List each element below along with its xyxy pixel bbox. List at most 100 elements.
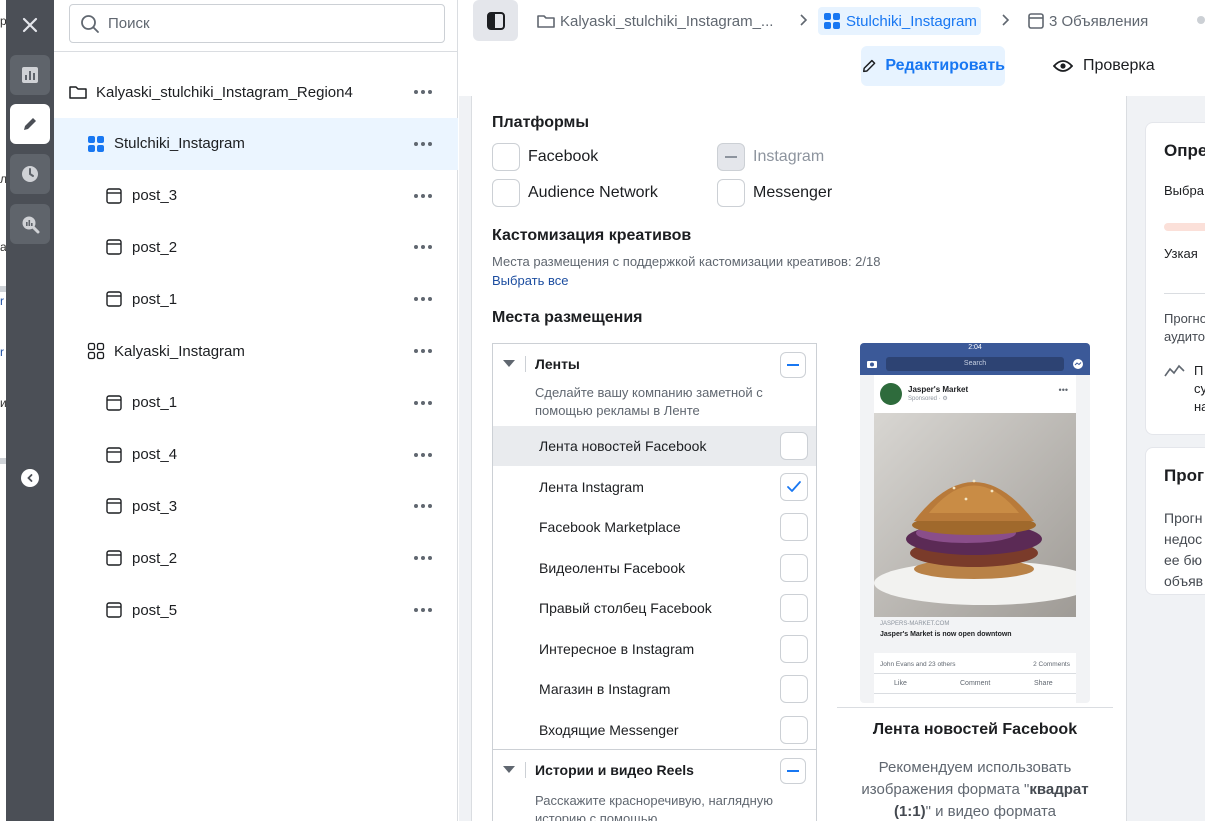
more-icon: [414, 504, 432, 509]
placement-item[interactable]: Лента Instagram: [493, 467, 816, 507]
close-button[interactable]: [10, 5, 50, 45]
estimate-card: Прог Прогн недос ее бю объяв: [1145, 447, 1205, 595]
platform-messenger[interactable]: Messenger: [717, 179, 832, 207]
panel-toggle-button[interactable]: [473, 0, 518, 41]
review-button[interactable]: Проверка: [1053, 46, 1155, 86]
placement-label: Лента новостей Facebook: [539, 438, 707, 454]
sidebar-toggle-icon: [486, 11, 505, 30]
chevron-right-icon: [800, 14, 808, 26]
audience-network-checkbox[interactable]: [492, 179, 520, 207]
more-icon: [414, 193, 432, 198]
placement-checkbox[interactable]: [780, 675, 808, 703]
adset-grid-icon: [824, 13, 840, 29]
breadcrumb-campaign[interactable]: Kalyaski_stulchiki_Instagram_...: [536, 7, 773, 35]
minus-icon: [787, 770, 799, 772]
breadcrumb-adset[interactable]: Stulchiki_Instagram: [818, 7, 981, 35]
more-options-button[interactable]: [412, 288, 434, 310]
tree-row-label: post_4: [132, 446, 178, 464]
search-input[interactable]: [108, 15, 428, 32]
breadcrumb-ads[interactable]: 3 Объявления: [1027, 7, 1148, 35]
placement-item[interactable]: Правый столбец Facebook: [493, 588, 816, 628]
placement-checkbox[interactable]: [780, 634, 808, 663]
tree-row-ad[interactable]: post_5: [54, 584, 458, 636]
group-stories-title: Истории и видео Reels: [535, 762, 694, 778]
more-options-button[interactable]: [412, 444, 434, 466]
preview-headline: Jasper's Market is now open downtown: [880, 631, 1012, 638]
platform-audience-network[interactable]: Audience Network: [492, 179, 658, 207]
minus-icon: [725, 156, 737, 158]
more-options-button[interactable]: [412, 599, 434, 621]
tree-row-ad[interactable]: post_1: [54, 377, 458, 429]
phone-status-time: 2:04: [860, 343, 1090, 353]
more-options-button[interactable]: [412, 392, 434, 414]
more-icon: [414, 245, 432, 250]
facebook-app-bar: Search: [860, 353, 1090, 375]
facebook-checkbox[interactable]: [492, 143, 520, 171]
placement-checkbox[interactable]: [780, 472, 808, 501]
group-feeds-header[interactable]: Ленты: [493, 344, 816, 384]
placement-checkbox[interactable]: [780, 513, 808, 541]
tree-row-label: post_5: [132, 601, 178, 619]
group-stories-toggle[interactable]: [780, 758, 806, 784]
collapse-button[interactable]: [21, 469, 39, 487]
history-button[interactable]: [10, 154, 50, 194]
tree-row-ad[interactable]: post_2: [54, 532, 458, 584]
select-all-link[interactable]: Выбрать все: [492, 273, 568, 288]
placement-item[interactable]: Интересное в Instagram: [493, 629, 816, 669]
ad-icon: [104, 393, 124, 413]
placement-checkbox[interactable]: [780, 594, 808, 622]
tree-row-adset[interactable]: Stulchiki_Instagram: [54, 117, 458, 170]
platform-facebook[interactable]: Facebook: [492, 143, 598, 171]
placement-item[interactable]: Магазин в Instagram: [493, 669, 816, 709]
tree-row-label: post_2: [132, 549, 178, 567]
tree-row-label: post_2: [132, 238, 178, 256]
preview-reactions: John Evans and 23 others: [880, 661, 956, 668]
tree-row-ad[interactable]: post_1: [54, 273, 458, 325]
audience-definition-card: Опре Выбра Узкая Прогно аудито П су на: [1145, 122, 1205, 435]
edit-mode-button[interactable]: [10, 104, 50, 144]
tree-row-label: Stulchiki_Instagram: [114, 135, 245, 153]
instagram-checkbox[interactable]: [717, 143, 745, 171]
platform-facebook-label: Facebook: [528, 148, 599, 165]
more-options-button[interactable]: [412, 133, 434, 155]
group-feeds-toggle[interactable]: [780, 352, 806, 378]
placement-item[interactable]: Лента новостей Facebook: [493, 426, 816, 466]
more-options-button[interactable]: [412, 340, 434, 362]
campaign-tree-panel: Kalyaski_stulchiki_Instagram_Region4 Stul…: [54, 0, 458, 821]
tree-row-label: post_1: [132, 394, 178, 412]
more-options-button[interactable]: [412, 81, 434, 103]
group-stories-header[interactable]: Истории и видео Reels: [493, 750, 816, 790]
minus-icon: [787, 364, 799, 366]
ad-icon: [104, 600, 124, 620]
more-options-button[interactable]: [412, 185, 434, 207]
tool-rail: [6, 0, 54, 821]
tree-row-ad[interactable]: post_2: [54, 221, 458, 273]
placement-item[interactable]: Входящие Messenger: [493, 710, 816, 750]
platform-instagram[interactable]: Instagram: [717, 143, 824, 171]
more-options-button[interactable]: [412, 547, 434, 569]
placement-checkbox[interactable]: [780, 432, 808, 460]
tree-row-ad[interactable]: post_4: [54, 429, 458, 481]
adset-grid-outline-icon: [86, 341, 106, 361]
tree-row-ad[interactable]: post_3: [54, 480, 458, 532]
tree-row-adset-outline[interactable]: Kalyaski_Instagram: [54, 325, 458, 377]
edit-button[interactable]: Редактировать: [861, 46, 1005, 86]
search-icon: [81, 14, 99, 33]
search-box[interactable]: [69, 4, 445, 43]
more-icon: [414, 400, 432, 405]
placement-label: Интересное в Instagram: [539, 640, 695, 657]
tree-row-campaign[interactable]: Kalyaski_stulchiki_Instagram_Region4: [54, 66, 458, 118]
more-icon: [414, 452, 432, 457]
tree-row-ad[interactable]: post_3: [54, 170, 458, 222]
more-options-button[interactable]: [412, 236, 434, 258]
placement-item[interactable]: Facebook Marketplace: [493, 507, 816, 547]
messenger-checkbox[interactable]: [717, 179, 745, 207]
bar-chart-icon: [22, 67, 38, 83]
inspect-button[interactable]: [10, 204, 50, 244]
review-button-label: Проверка: [1083, 57, 1155, 74]
more-options-button[interactable]: [412, 495, 434, 517]
placement-item[interactable]: Видеоленты Facebook: [493, 548, 816, 588]
placement-checkbox[interactable]: [780, 553, 808, 582]
reporting-button[interactable]: [10, 55, 50, 95]
placement-checkbox[interactable]: [780, 715, 808, 744]
